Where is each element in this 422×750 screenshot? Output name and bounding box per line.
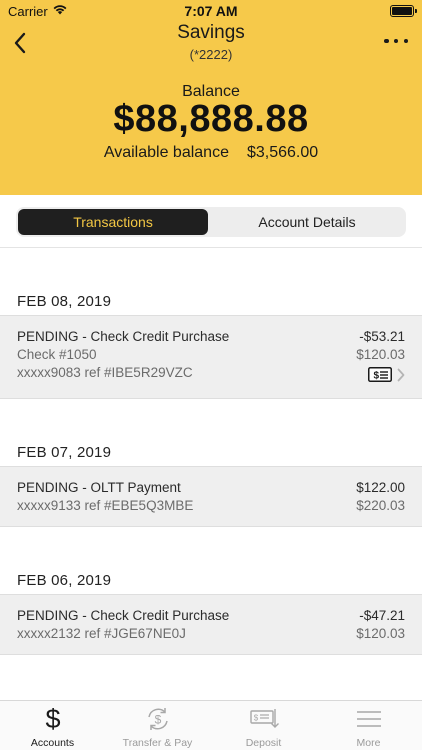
tab-label: Transfer & Pay	[122, 737, 193, 749]
transfer-icon: $	[105, 705, 210, 733]
svg-text:$: $	[154, 713, 161, 727]
available-balance-label: Available balance	[103, 144, 229, 161]
battery-icon	[390, 5, 417, 17]
divider	[0, 247, 422, 248]
transaction-running-balance: $120.03	[356, 347, 405, 362]
tab-label: Deposit	[245, 737, 282, 749]
date-header: FEB 08, 2019	[17, 293, 112, 310]
transaction-reference: xxxxx2132 ref #JGE67NE0J	[17, 626, 186, 641]
transaction-row[interactable]: PENDING - Check Credit Purchase xxxxx213…	[0, 594, 422, 655]
transaction-row[interactable]: PENDING - Check Credit Purchase Check #1…	[0, 315, 422, 399]
transaction-description: PENDING - Check Credit Purchase	[17, 329, 230, 344]
clock: 7:07 AM	[184, 3, 238, 19]
transaction-reference: xxxxx9083 ref #IBE5R29VZC	[17, 365, 193, 380]
menu-icon	[316, 705, 421, 733]
tab-deposit[interactable]: $ Deposit	[211, 701, 316, 750]
balance-amount: $88,888.88	[113, 98, 309, 140]
tab-more[interactable]: More	[316, 701, 421, 750]
dollar-icon: $	[0, 705, 105, 733]
transaction-amount: -$47.21	[359, 608, 405, 623]
transaction-running-balance: $120.03	[356, 626, 405, 641]
available-balance-amount: $3,566.00	[246, 144, 319, 161]
account-number: (*2222)	[189, 47, 233, 62]
available-balance: Available balance $3,566.00	[0, 144, 422, 162]
tab-transfer-pay[interactable]: $ Transfer & Pay	[105, 701, 210, 750]
more-options-button[interactable]	[384, 34, 408, 48]
check-image-icon[interactable]: $	[368, 367, 392, 382]
transaction-amount: $122.00	[356, 480, 405, 495]
date-header: FEB 07, 2019	[17, 444, 112, 461]
tab-label: More	[356, 737, 381, 749]
svg-text:$: $	[45, 705, 60, 733]
dot-icon	[393, 38, 399, 44]
svg-text:$: $	[253, 714, 258, 723]
tab-label: Accounts	[30, 737, 75, 749]
transaction-row[interactable]: PENDING - OLTT Payment xxxxx9133 ref #EB…	[0, 466, 422, 527]
transaction-description: PENDING - OLTT Payment	[17, 480, 181, 495]
tab-accounts[interactable]: $ Accounts	[0, 701, 105, 750]
dot-icon	[403, 38, 408, 44]
tab-transactions[interactable]: Transactions	[18, 209, 208, 235]
transaction-check-number: Check #1050	[17, 347, 97, 362]
account-header: Carrier 7:07 AM Savings (*2222) Balance …	[0, 0, 422, 195]
status-bar: Carrier 7:07 AM	[0, 0, 422, 22]
bottom-tab-bar: $ Accounts $ Transfer & Pay $ Deposit Mo…	[0, 700, 422, 750]
transaction-reference: xxxxx9133 ref #EBE5Q3MBE	[17, 498, 194, 513]
chevron-right-icon	[397, 368, 405, 382]
deposit-check-icon: $	[211, 705, 316, 733]
transaction-description: PENDING - Check Credit Purchase	[17, 608, 230, 623]
date-header: FEB 06, 2019	[17, 572, 112, 589]
dot-icon	[384, 38, 389, 44]
svg-text:$: $	[374, 371, 380, 382]
transaction-amount: -$53.21	[359, 329, 405, 344]
tab-account-details[interactable]: Account Details	[212, 209, 402, 235]
transaction-running-balance: $220.03	[356, 498, 405, 513]
view-segmented-control: Transactions Account Details	[16, 207, 406, 237]
page-title: Savings	[177, 22, 245, 43]
